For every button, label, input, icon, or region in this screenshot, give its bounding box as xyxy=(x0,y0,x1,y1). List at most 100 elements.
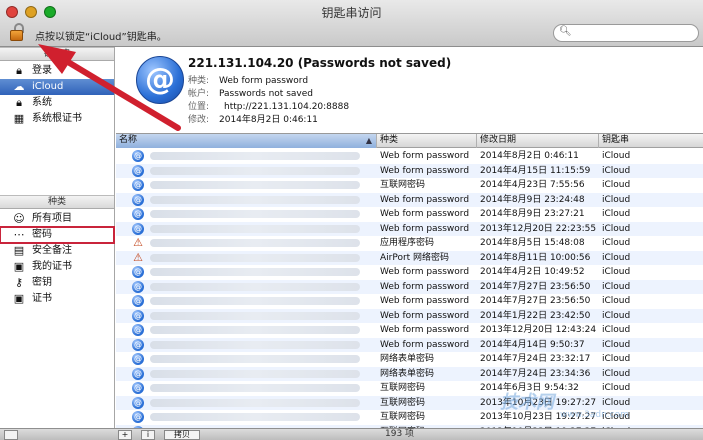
watermark-url: www.3adn.com xyxy=(560,410,629,420)
cell-kind: Web form password xyxy=(380,325,470,335)
cell-kind: Web form password xyxy=(380,281,470,292)
redacted-name xyxy=(150,224,360,233)
kind-label: 种类: xyxy=(188,76,210,86)
sidebar-category-1[interactable]: ⋯ 密码 xyxy=(0,226,115,244)
application-password-icon: ⚠ xyxy=(133,250,143,264)
redacted-name xyxy=(150,369,360,378)
table-row[interactable]: @ Web form password 2014年8月9日 23:27:21 iClo… xyxy=(116,207,703,222)
table-row[interactable]: @ Web form password 2013年12月20日 22:23:55 iC… xyxy=(116,221,703,236)
table-row[interactable]: @ Web form password 2014年8月9日 23:24:48 iClo… xyxy=(116,192,703,207)
sidebar-category-5[interactable]: ▣ 证书 xyxy=(0,291,114,307)
copy-button[interactable]: 拷贝 xyxy=(164,430,200,440)
web-password-icon: @ xyxy=(132,353,144,365)
where-value: http://221.131.104.20:8888 xyxy=(224,102,350,112)
cell-date: 2013年12月20日 12:43:24 xyxy=(480,325,597,335)
table-row[interactable]: @ Web form password 2014年4月2日 10:49:52 iClo… xyxy=(116,265,703,280)
item-count: 193 项 xyxy=(385,429,415,439)
sidebar-category-label: 安全备注 xyxy=(32,245,72,256)
column-keychain[interactable]: 钥匙串 xyxy=(599,134,703,148)
table-row[interactable]: @互联网密码2013年10月23日 19:27:27iCloud xyxy=(116,395,703,410)
cloud-icon: ☁ xyxy=(13,80,25,93)
redacted-name xyxy=(150,384,360,392)
column-name[interactable]: 名称 ▲ xyxy=(116,134,377,148)
category-header: 种类 xyxy=(0,195,114,209)
sidebar-category-label: 密钥 xyxy=(32,277,52,288)
sidebar-category-2[interactable]: ▤ 安全备注 xyxy=(0,243,114,259)
cell-keychain: iCloud xyxy=(602,252,631,263)
redacted-name xyxy=(150,398,360,407)
cabinet-icon: ▦ xyxy=(13,112,25,125)
sidebar: 钥匙串 🔒︎ 登录 ☁ iCloud 🔒︎ 系统 ▦ 系统根证书 种类 ☺ 所有项目 ⋯ 密码 ▤ 安全… xyxy=(0,47,115,428)
table-row[interactable]: @ 网络表单密码 2014年7月24日 23:32:17 iCloud xyxy=(116,352,703,367)
table-row[interactable]: @ Web form password 2014年4月14日 9:50:37 iClo… xyxy=(116,337,703,352)
table-row[interactable]: ⚠ AirPort 网络密码 2014年8月11日 10:00:56 iCloud xyxy=(116,250,703,265)
items-table: 名称 ▲ 种类 修改日期 钥匙串 @ Web form password 2014年… xyxy=(116,133,703,428)
sidebar-toggle-button[interactable] xyxy=(4,430,18,440)
redacted-name xyxy=(150,268,360,276)
add-button[interactable]: + xyxy=(118,430,132,440)
window-title: 钥匙串访问 xyxy=(321,6,382,20)
redacted-name xyxy=(150,152,360,160)
sidebar-keychain-2[interactable]: 🔒︎ 系统 xyxy=(0,95,114,111)
cell-keychain: iCloud xyxy=(602,354,631,364)
search-input[interactable] xyxy=(574,27,694,40)
sidebar-category-0[interactable]: ☺ 所有项目 xyxy=(0,211,114,227)
table-row[interactable]: @ Web form password 2014年8月2日 0:46:11 iClou… xyxy=(116,149,703,164)
lock-icon[interactable] xyxy=(8,22,28,42)
column-name-label: 名称 xyxy=(119,135,138,145)
sidebar-keychain-3[interactable]: ▦ 系统根证书 xyxy=(0,111,114,127)
sidebar-category-label: 我的证书 xyxy=(32,261,72,272)
table-row[interactable]: @ Web form password 2014年4月15日 11:15:59 iCl… xyxy=(116,163,703,178)
info-button[interactable]: i xyxy=(141,430,155,440)
certificate-icon: ▣ xyxy=(13,292,25,305)
table-row[interactable]: @ Web form password 2014年1月22日 23:42:50 iCl… xyxy=(116,308,703,323)
cell-kind: 应用程序密码 xyxy=(380,238,435,248)
sidebar-category-4[interactable]: ⚷ 密钥 xyxy=(0,275,114,291)
detail-pane: @ 221.131.104.20 (Passwords not saved) 种… xyxy=(116,47,703,133)
sidebar-keychain-1[interactable]: ☁ iCloud xyxy=(0,79,114,95)
table-row[interactable]: ⚠ 应用程序密码 2014年8月5日 15:48:08 iCloud xyxy=(116,236,703,251)
cell-kind: 互联网密码 xyxy=(380,397,426,408)
cell-date: 2014年4月23日 7:55:56 xyxy=(480,180,585,190)
web-password-icon: @ xyxy=(132,179,144,191)
cell-date: 2014年7月27日 23:56:50 xyxy=(480,281,591,292)
table-row[interactable]: @ 网络表单密码 2014年7月24日 23:34:36 iCloud xyxy=(116,366,703,381)
cell-keychain: iCloud xyxy=(602,165,631,176)
table-row[interactable]: @ Web form password 2014年7月27日 23:56:50 iCl… xyxy=(116,279,703,294)
cell-kind: Web form password xyxy=(380,223,470,234)
redacted-name xyxy=(150,181,360,189)
web-password-icon: @ xyxy=(132,266,144,278)
table-row[interactable]: @ Web form password 2013年12月20日 12:43:24 iC… xyxy=(116,323,703,338)
cell-date: 2014年4月2日 10:49:52 xyxy=(480,267,585,277)
redacted-name xyxy=(150,413,360,421)
table-row[interactable]: @ 互联网密码 2014年6月3日 9:54:32 iCloud xyxy=(116,381,703,396)
redacted-name xyxy=(150,282,360,291)
table-row[interactable]: @ Web form password 2014年7月27日 23:56:50 iCl… xyxy=(116,294,703,309)
table-row[interactable]: @ 互联网密码 2014年4月23日 7:55:56 iCloud xyxy=(116,178,703,193)
web-password-icon: @ xyxy=(132,150,144,162)
cell-kind: Web form password xyxy=(380,151,470,161)
redacted-name xyxy=(150,253,360,262)
cell-keychain: iCloud xyxy=(602,310,631,321)
column-kind[interactable]: 种类 xyxy=(377,134,477,148)
cell-keychain: iCloud xyxy=(602,209,631,219)
cell-keychain: iCloud xyxy=(602,397,631,408)
sidebar-keychain-0[interactable]: 🔒︎ 登录 xyxy=(0,63,114,79)
sort-ascending-icon: ▲ xyxy=(365,136,372,145)
search-field[interactable]: 🔍︎ xyxy=(553,24,699,42)
cell-kind: Web form password xyxy=(380,267,470,277)
sidebar-category-label: 密码 xyxy=(32,229,52,240)
web-password-icon: @ xyxy=(132,295,144,307)
cell-date: 2014年8月2日 0:46:11 xyxy=(480,151,579,161)
people-icon: ☺ xyxy=(13,212,25,225)
column-date[interactable]: 修改日期 xyxy=(477,134,599,148)
sidebar-keychain-label: 系统根证书 xyxy=(32,113,82,124)
account-label: 帐户: xyxy=(188,89,210,99)
cell-date: 2014年8月11日 10:00:56 xyxy=(480,252,591,263)
cell-kind: Web form password xyxy=(380,296,470,306)
kind-value: Web form password xyxy=(219,76,309,86)
cell-kind: Web form password xyxy=(380,339,470,350)
sidebar-category-3[interactable]: ▣ 我的证书 xyxy=(0,259,114,275)
cell-kind: 互联网密码 xyxy=(380,180,426,190)
table-body: @ Web form password 2014年8月2日 0:46:11 iClou… xyxy=(116,149,703,428)
